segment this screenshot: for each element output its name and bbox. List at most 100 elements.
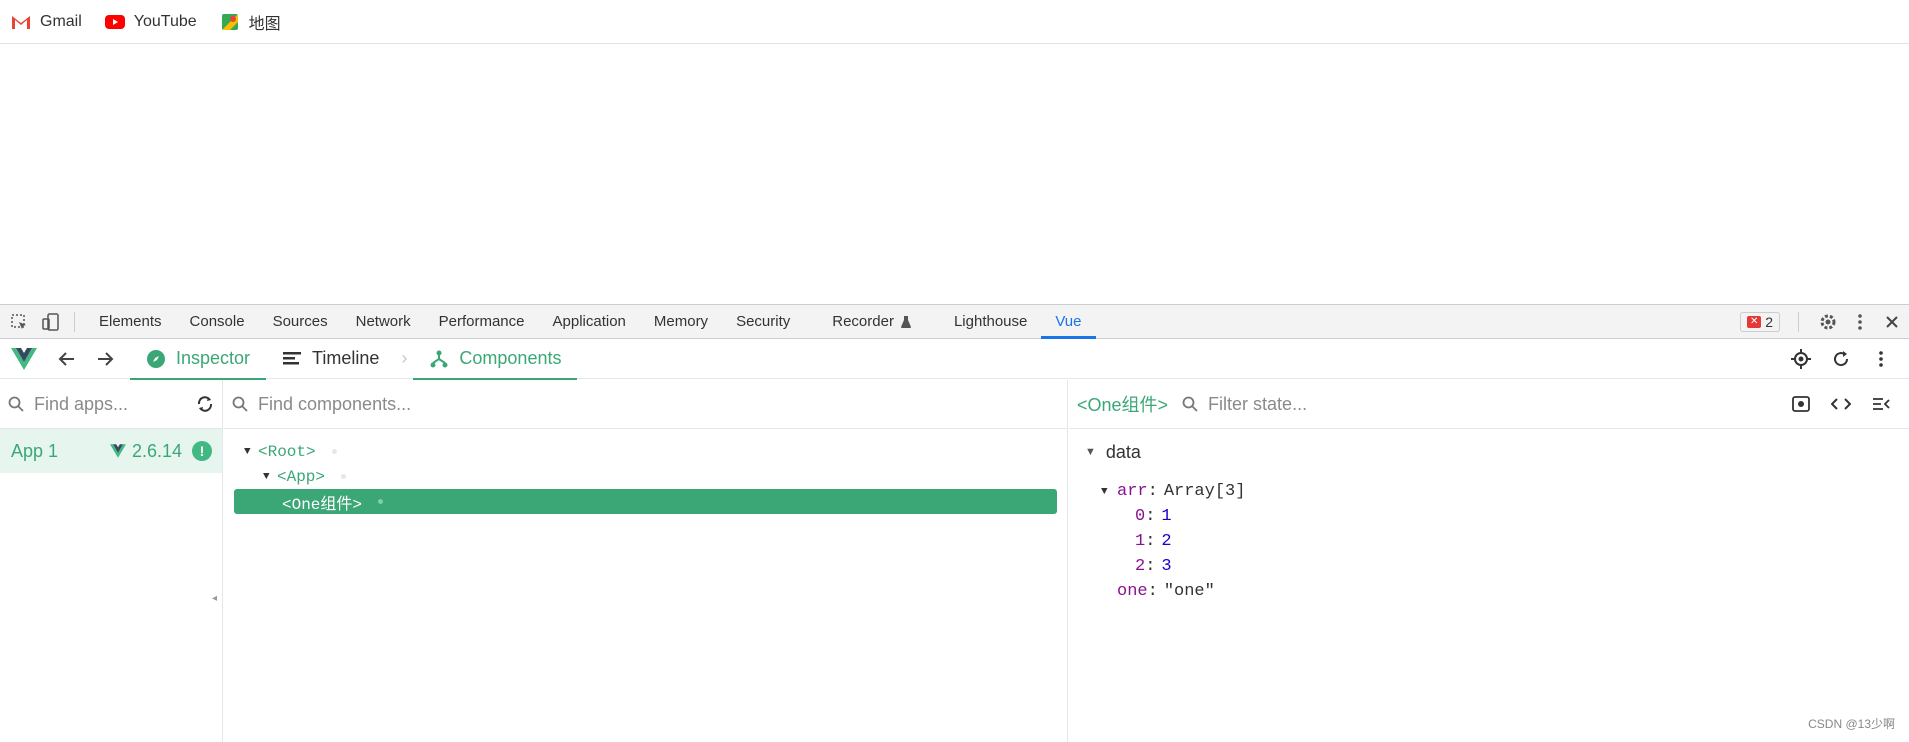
bookmark-youtube[interactable]: YouTube (104, 11, 197, 33)
settings-gear-icon[interactable] (1815, 309, 1841, 335)
tree-node-label: <App> (277, 467, 326, 486)
state-filter-input[interactable] (1208, 393, 1781, 415)
tab-performance[interactable]: Performance (425, 305, 539, 338)
state-prop-arr[interactable]: ▼ arr: Array[3] (1085, 479, 1909, 504)
state-prop-item[interactable]: 1: 2 (1085, 529, 1909, 554)
app-version: 2.6.14 (109, 440, 182, 462)
state-prop-item[interactable]: 2: 3 (1085, 554, 1909, 579)
tab-inspector[interactable]: Inspector (130, 339, 267, 380)
tab-console[interactable]: Console (176, 305, 259, 338)
prop-value: "one" (1163, 582, 1215, 601)
selected-component-name: <One组件> (1077, 395, 1169, 415)
tab-elements[interactable]: Elements (85, 305, 176, 338)
back-arrow-icon[interactable] (48, 340, 86, 378)
node-dot-icon (378, 499, 384, 504)
gmail-icon (10, 11, 32, 33)
node-dot-icon (341, 474, 347, 479)
compass-icon (146, 349, 166, 369)
prop-type: Array[3] (1163, 482, 1246, 501)
error-count-badge[interactable]: ✕ 2 (1740, 311, 1780, 332)
timeline-icon (282, 351, 302, 367)
tab-application[interactable]: Application (539, 305, 640, 338)
tab-components-label: Components (459, 348, 562, 368)
apps-search-input[interactable] (34, 393, 196, 415)
flask-icon (900, 315, 912, 329)
tab-components[interactable]: Components (413, 339, 578, 380)
expand-arrow-icon[interactable]: ▼ (244, 446, 258, 458)
tab-timeline[interactable]: Timeline (266, 339, 395, 379)
separator (74, 311, 75, 332)
bookmark-gmail[interactable]: Gmail (10, 11, 82, 33)
tree-node-label: <One组件> (282, 495, 363, 514)
maps-icon (219, 11, 241, 33)
app-name: App 1 (11, 440, 59, 461)
bookmark-label: 地图 (248, 15, 281, 33)
tree-node-app[interactable]: ▼ <App> (224, 464, 1067, 489)
prop-value: 3 (1161, 557, 1172, 576)
prop-key: one (1117, 582, 1148, 601)
collapse-arrow-icon[interactable]: ▼ (1085, 446, 1096, 458)
vue-toolbar: Inspector Timeline › Components (0, 339, 1909, 380)
tab-vue[interactable]: Vue (1041, 305, 1096, 339)
inspect-element-icon[interactable] (6, 309, 32, 335)
tab-timeline-label: Timeline (312, 348, 380, 368)
tab-security[interactable]: Security (722, 305, 804, 338)
legacy-warning-icon[interactable]: ! (192, 441, 212, 461)
search-icon (8, 396, 24, 412)
search-icon (232, 396, 248, 412)
tree-node-one-component[interactable]: <One组件> (234, 489, 1057, 514)
scroll-to-component-icon[interactable] (1781, 396, 1821, 412)
component-state-pane: <One组件> ▼ data ▼ arr: Array[3] (1069, 380, 1909, 742)
expand-arrow-icon[interactable]: ▼ (263, 471, 277, 483)
state-prop-one[interactable]: one: "one" (1085, 579, 1909, 604)
bookmarks-bar: Gmail YouTube 地图 (0, 0, 1909, 44)
inspect-dom-code-icon[interactable] (1821, 397, 1861, 411)
app-version-label: 2.6.14 (131, 440, 182, 461)
refresh-icon[interactable] (1821, 340, 1861, 378)
tab-network[interactable]: Network (342, 305, 425, 338)
expand-arrow-icon[interactable]: ▼ (1101, 486, 1117, 498)
tab-recorder-label: Recorder (832, 313, 894, 330)
tab-recorder[interactable]: Recorder (818, 305, 926, 338)
prop-key: arr (1117, 482, 1148, 501)
forward-arrow-icon[interactable] (86, 340, 124, 378)
prop-key: 2 (1135, 557, 1146, 576)
prop-key: 1 (1135, 532, 1146, 551)
error-count: 2 (1765, 313, 1773, 330)
more-menu-icon[interactable] (1861, 340, 1901, 378)
prop-value: 2 (1161, 532, 1172, 551)
refresh-apps-icon[interactable] (196, 395, 214, 413)
data-section-header[interactable]: ▼ data (1085, 439, 1909, 465)
tab-sources[interactable]: Sources (259, 305, 342, 338)
bookmark-label: Gmail (40, 12, 82, 30)
state-prop-item[interactable]: 0: 1 (1085, 504, 1909, 529)
apps-search (0, 380, 222, 429)
vue-logo-icon (0, 347, 48, 370)
more-options-icon[interactable] (1847, 309, 1873, 335)
bookmark-maps[interactable]: 地图 (219, 10, 281, 34)
devtools-tab-strip: Elements Console Sources Network Perform… (0, 304, 1909, 339)
open-in-editor-icon[interactable] (1861, 397, 1901, 411)
page-content (0, 45, 1909, 304)
state-inspector: ▼ data ▼ arr: Array[3] 0: 1 1: 2 2: 3 on… (1069, 429, 1909, 604)
prop-key: 0 (1135, 507, 1146, 526)
device-toolbar-icon[interactable] (38, 309, 64, 335)
node-dot-icon (331, 449, 337, 454)
apps-pane: App 1 2.6.14 ! ◂ (0, 380, 223, 742)
component-tree-icon (429, 349, 449, 369)
tab-lighthouse[interactable]: Lighthouse (940, 305, 1041, 338)
select-component-target-icon[interactable] (1781, 340, 1821, 378)
tab-memory[interactable]: Memory (640, 305, 722, 338)
tree-node-label: <Root> (258, 442, 316, 461)
tree-node-root[interactable]: ▼ <Root> (224, 439, 1067, 464)
chevron-right-icon: › (401, 348, 408, 368)
app-list-item[interactable]: App 1 2.6.14 ! (0, 429, 222, 473)
collapse-left-icon[interactable]: ◂ (212, 593, 217, 604)
section-title: data (1105, 441, 1141, 462)
watermark: CSDN @13少啊 (1808, 717, 1895, 731)
youtube-icon (104, 11, 126, 33)
components-search (224, 380, 1067, 429)
components-search-input[interactable] (258, 393, 1059, 415)
bookmark-label: YouTube (133, 12, 197, 30)
close-devtools-icon[interactable] (1879, 309, 1905, 335)
